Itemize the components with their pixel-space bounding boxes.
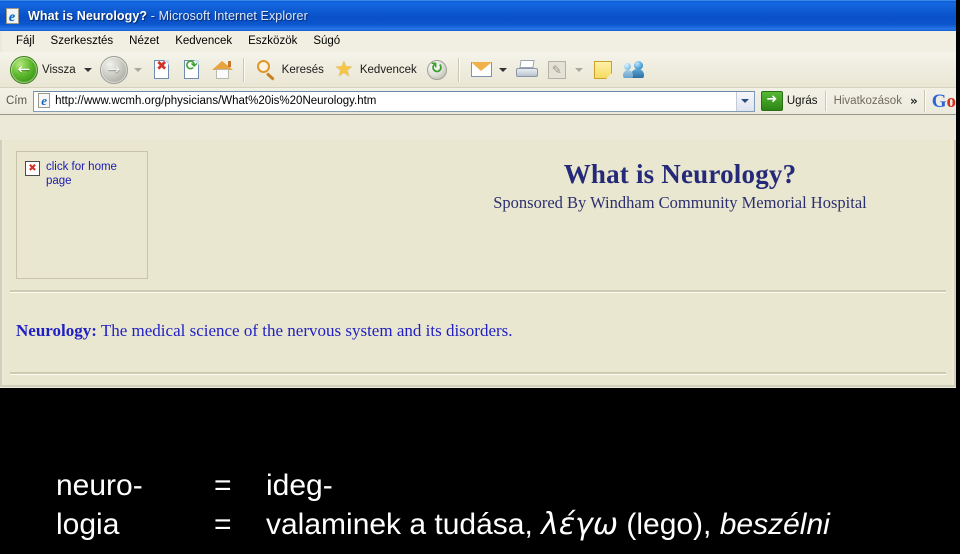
- gloss-transliteration: (lego),: [618, 508, 720, 541]
- menu-item-help[interactable]: Súgó: [305, 34, 348, 49]
- gloss-equals-1: =: [214, 469, 232, 502]
- chevron-down-icon: [740, 98, 749, 103]
- page-subtitle: Sponsored By Windham Community Memorial …: [493, 193, 867, 212]
- edit-button[interactable]: ✎: [542, 55, 572, 85]
- go-arrow-icon: [760, 90, 783, 111]
- menu-item-view[interactable]: Nézet: [121, 34, 167, 49]
- window-titlebar[interactable]: e What is Neurology? - Microsoft Interne…: [0, 0, 956, 31]
- gloss-greek-word: λέγω: [541, 507, 619, 542]
- ie-document-icon: e: [5, 7, 22, 25]
- search-button[interactable]: Keresés: [251, 55, 329, 85]
- refresh-button[interactable]: ⟳: [177, 55, 207, 85]
- mail-icon: [469, 58, 493, 82]
- slide-overlay: neuro- = ideg- logia = valaminek a tudás…: [0, 388, 960, 554]
- stop-button[interactable]: ✖: [147, 55, 177, 85]
- google-toolbar-logo: Go: [932, 92, 956, 111]
- toolbar-separator-2: [457, 57, 460, 82]
- links-label[interactable]: Hivatkozások: [834, 95, 902, 107]
- note-icon: [591, 58, 615, 82]
- address-bar: Cím e http://www.wcmh.org/physicians/Wha…: [0, 88, 956, 115]
- overflow-chevron-icon[interactable]: »: [910, 94, 918, 108]
- menu-item-tools[interactable]: Eszközök: [240, 34, 305, 49]
- address-dropdown-button[interactable]: [735, 91, 754, 111]
- gloss-definition-1: ideg-: [266, 466, 956, 505]
- page-header: What is Neurology? Sponsored By Windham …: [422, 158, 938, 214]
- page-icon: e: [36, 93, 52, 109]
- go-button[interactable]: Ugrás: [760, 90, 818, 111]
- page-divider-bottom: [10, 372, 946, 375]
- gloss-equals-2: =: [214, 508, 232, 541]
- messenger-button[interactable]: [618, 55, 648, 85]
- browser-toolbar: ← Vissza → ✖ ⟳ Keresés ★ Kedvencek ↻ ✎: [0, 52, 956, 88]
- google-logo-o: o: [946, 90, 957, 112]
- screen: e What is Neurology? - Microsoft Interne…: [0, 0, 960, 554]
- mail-dropdown-icon[interactable]: [498, 67, 507, 72]
- menu-item-favorites[interactable]: Kedvencek: [167, 34, 240, 49]
- gloss-def-plain-2: valaminek a tudása,: [266, 508, 542, 541]
- gloss-term-1: neuro-: [56, 469, 143, 502]
- forward-button[interactable]: →: [97, 55, 131, 85]
- address-input-value: http://www.wcmh.org/physicians/What%20is…: [55, 95, 377, 107]
- star-icon: ★: [334, 56, 354, 81]
- home-button[interactable]: [207, 55, 237, 85]
- google-toolbar-separator: [923, 90, 926, 112]
- print-button[interactable]: [512, 55, 542, 85]
- back-button[interactable]: ← Vissza: [7, 55, 81, 85]
- address-input[interactable]: e http://www.wcmh.org/physicians/What%20…: [33, 90, 755, 112]
- gloss-row: neuro- = ideg-: [56, 466, 956, 505]
- mail-button[interactable]: [466, 55, 496, 85]
- refresh-icon: ⟳: [180, 58, 204, 82]
- favorites-button[interactable]: ★ Kedvencek: [329, 55, 422, 85]
- home-page-image-placeholder[interactable]: ✖ click for home page: [16, 151, 148, 279]
- back-dropdown-icon[interactable]: [83, 67, 92, 72]
- menu-item-edit[interactable]: Szerkesztés: [43, 34, 122, 49]
- history-icon: [425, 58, 449, 82]
- go-button-label: Ugrás: [786, 95, 818, 107]
- definition-line: Neurology: The medical science of the ne…: [16, 320, 513, 342]
- broken-image-alt-text: click for home page: [46, 161, 117, 187]
- toolbar-separator: [242, 57, 245, 82]
- edit-dropdown-icon[interactable]: [574, 67, 583, 72]
- gloss-def-plain-1: ideg-: [266, 469, 333, 502]
- browser-window: e What is Neurology? - Microsoft Interne…: [0, 0, 956, 388]
- gloss-hungarian-gloss: beszélni: [719, 508, 830, 541]
- gloss-row: logia = valaminek a tudása, λέγω (lego),…: [56, 505, 956, 544]
- address-bar-label: Cím: [6, 95, 28, 107]
- messenger-icon: [621, 58, 645, 82]
- definition-term: Neurology:: [16, 321, 97, 340]
- home-icon: [210, 58, 234, 82]
- menu-item-file[interactable]: Fájl: [8, 34, 43, 49]
- history-button[interactable]: [422, 55, 452, 85]
- edit-icon: ✎: [545, 58, 569, 82]
- note-button[interactable]: [588, 55, 618, 85]
- page-divider-top: [10, 290, 946, 293]
- address-separator: [824, 91, 827, 111]
- window-title-page: What is Neurology?: [28, 9, 148, 23]
- favorites-button-label: Kedvencek: [359, 63, 417, 76]
- window-title: What is Neurology? - Microsoft Internet …: [28, 9, 308, 23]
- search-button-label: Keresés: [281, 63, 324, 76]
- menu-bar: Fájl Szerkesztés Nézet Kedvencek Eszközö…: [0, 31, 956, 52]
- back-button-label: Vissza: [42, 63, 76, 76]
- back-arrow-icon: ←: [10, 55, 38, 84]
- stop-icon: ✖: [150, 58, 174, 82]
- forward-dropdown-icon[interactable]: [133, 67, 142, 72]
- gloss-definition-2: valaminek a tudása, λέγω (lego), beszéln…: [266, 505, 956, 544]
- broken-image-icon: ✖: [25, 161, 40, 176]
- google-logo-g: G: [931, 90, 947, 112]
- printer-icon: [515, 58, 539, 82]
- magnifier-icon: [254, 58, 278, 82]
- definition-text: The medical science of the nervous syste…: [96, 321, 513, 340]
- gloss-term-2: logia: [56, 508, 120, 541]
- page-viewport: ✖ click for home page What is Neurology?…: [0, 140, 956, 387]
- page-title: What is Neurology?: [563, 159, 797, 189]
- forward-arrow-icon: →: [99, 55, 128, 84]
- etymology-gloss: neuro- = ideg- logia = valaminek a tudás…: [56, 466, 956, 544]
- window-title-app: - Microsoft Internet Explorer: [147, 9, 308, 23]
